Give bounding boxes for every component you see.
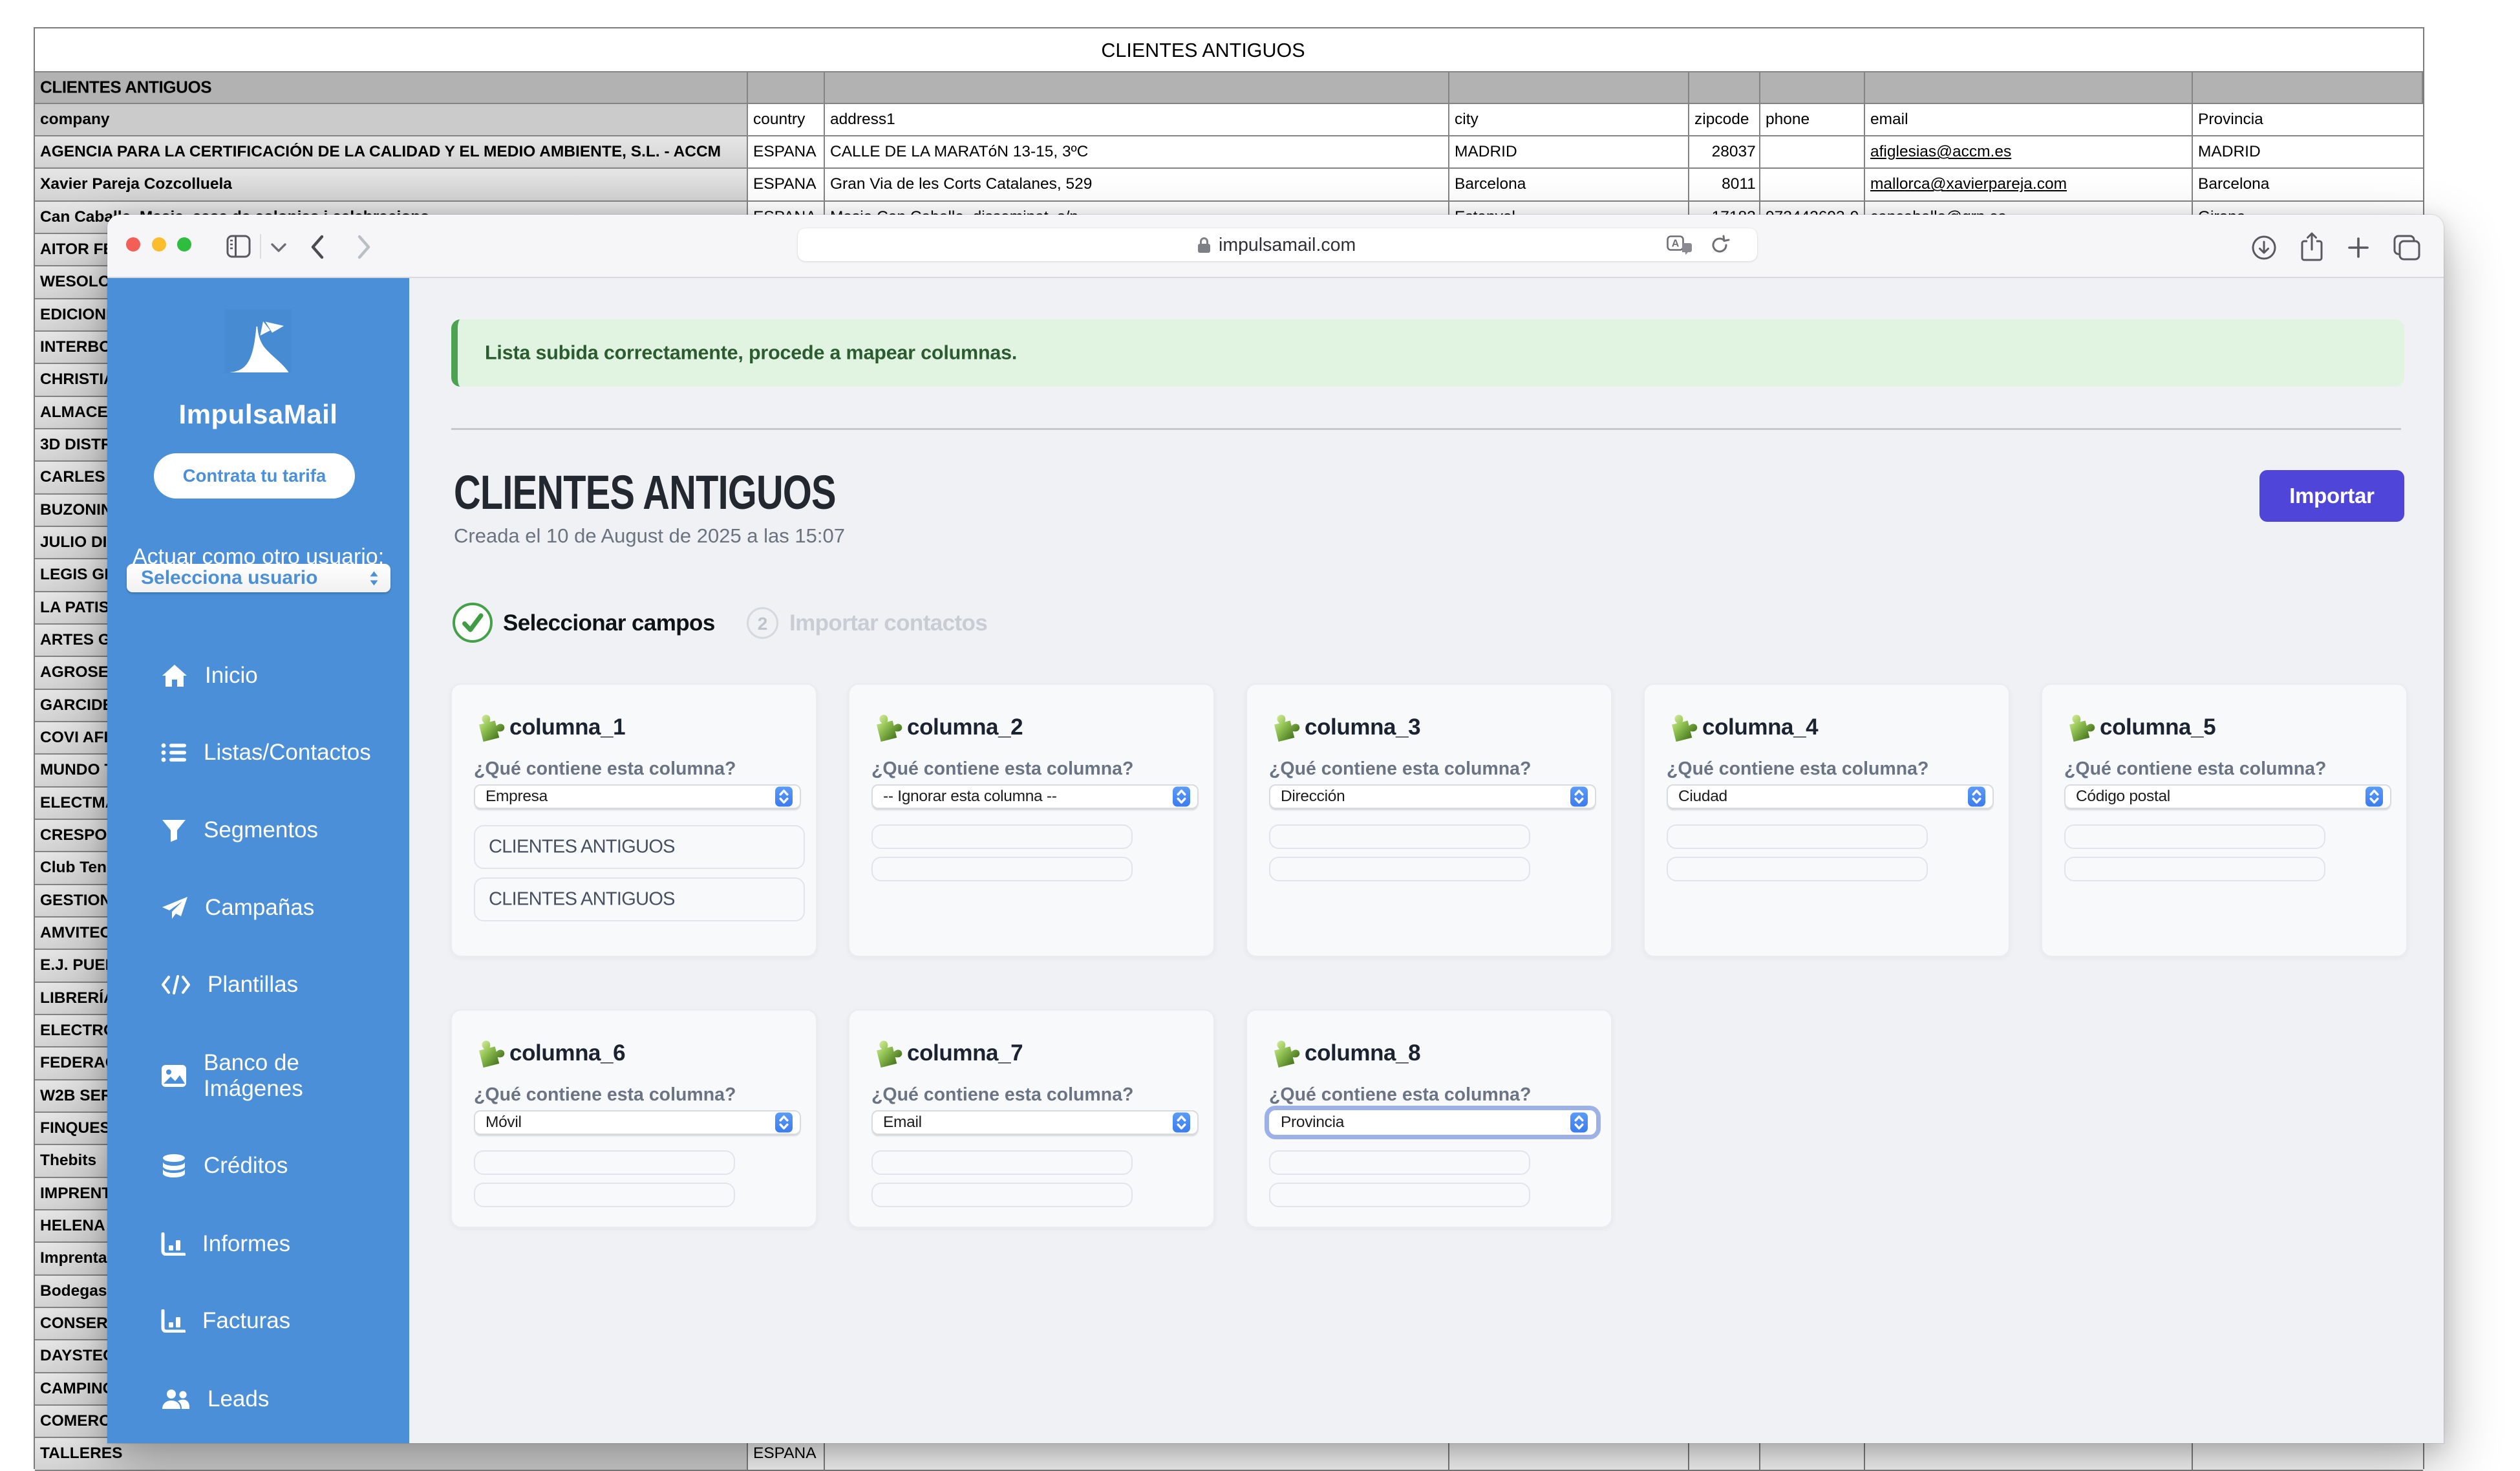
svg-text:A: A — [1672, 239, 1680, 250]
